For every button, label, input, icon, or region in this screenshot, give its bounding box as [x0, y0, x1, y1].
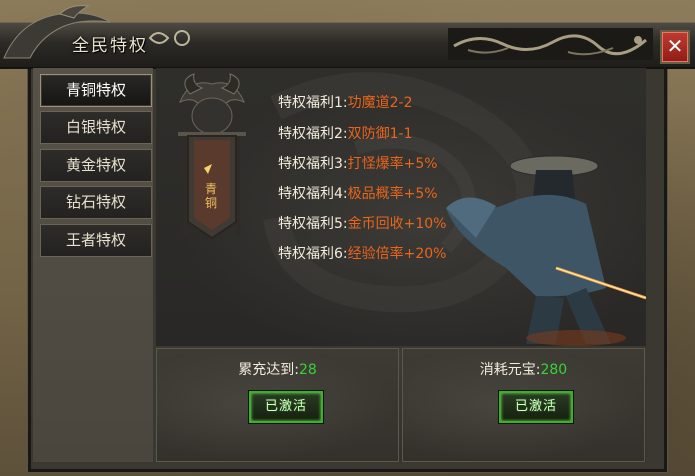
- perk-row: 特权福利4:极品概率+5%: [278, 183, 438, 205]
- ingot-requirement-panel: 消耗元宝:280 已激活: [402, 348, 645, 462]
- perk-value: 打怪爆率+5%: [347, 156, 438, 172]
- ingot-activated-button[interactable]: 已激活: [499, 391, 573, 423]
- perk-row: 特权福利6:经验倍率+20%: [278, 243, 446, 265]
- ingot-requirement: 消耗元宝:280: [403, 359, 644, 379]
- tab-diamond[interactable]: 钻石特权: [40, 186, 152, 219]
- ingot-value: 280: [540, 362, 568, 378]
- perk-row: 特权福利1:功魔道2-2: [278, 92, 413, 114]
- recharge-requirement-panel: 累充达到:28 已激活: [156, 348, 399, 462]
- perk-row: 特权福利3:打怪爆率+5%: [278, 153, 438, 175]
- perk-label: 特权福利2:: [278, 126, 348, 142]
- perk-label: 特权福利4:: [278, 186, 348, 202]
- perk-label: 特权福利3:: [278, 156, 348, 172]
- recharge-activated-button[interactable]: 已激活: [249, 391, 323, 423]
- dragon-engraving-icon: [448, 28, 653, 60]
- recharge-requirement: 累充达到:28: [157, 359, 398, 379]
- perk-value: 双防御1-1: [347, 126, 413, 142]
- close-button[interactable]: ✕: [660, 30, 690, 64]
- recharge-value: 28: [298, 362, 317, 378]
- perk-value: 金币回收+10%: [347, 216, 447, 232]
- badge-tier-label: 青铜: [204, 182, 217, 210]
- perk-value: 功魔道2-2: [347, 95, 413, 111]
- window-title: 全民特权: [72, 36, 148, 56]
- perk-value: 极品概率+5%: [347, 186, 438, 202]
- perk-value: 经验倍率+20%: [347, 246, 447, 262]
- tab-bronze[interactable]: 青铜特权: [40, 74, 152, 107]
- swordsman-character-art: [446, 155, 646, 346]
- tab-silver[interactable]: 白银特权: [40, 111, 152, 144]
- ingot-label: 消耗元宝:: [479, 362, 541, 378]
- activation-area: 累充达到:28 已激活 消耗元宝:280 已激活: [156, 348, 646, 462]
- perk-label: 特权福利5:: [278, 216, 348, 232]
- perk-row: 特权福利5:金币回收+10%: [278, 213, 446, 235]
- perk-label: 特权福利1:: [278, 95, 348, 111]
- privilege-detail-panel: 青铜 特权福利1:功魔道2-2 特权福利2:双防御1-1 特权福利3:打怪爆率+…: [156, 68, 646, 346]
- privilege-tab-list: 青铜特权 白银特权 黄金特权 钻石特权 王者特权: [33, 68, 153, 462]
- privilege-window: 全民特权 ✕ 青铜特权 白银特权 黄金特权 钻石特权 王者特权 青 铜 特权福利…: [0, 0, 695, 476]
- recharge-label: 累充达到:: [238, 362, 299, 378]
- tab-king[interactable]: 王者特权: [40, 224, 152, 257]
- tab-gold[interactable]: 黄金特权: [40, 149, 152, 182]
- perk-label: 特权福利6:: [278, 246, 348, 262]
- perk-row: 特权福利2:双防御1-1: [278, 123, 413, 145]
- bronze-banner-emblem: [178, 73, 246, 240]
